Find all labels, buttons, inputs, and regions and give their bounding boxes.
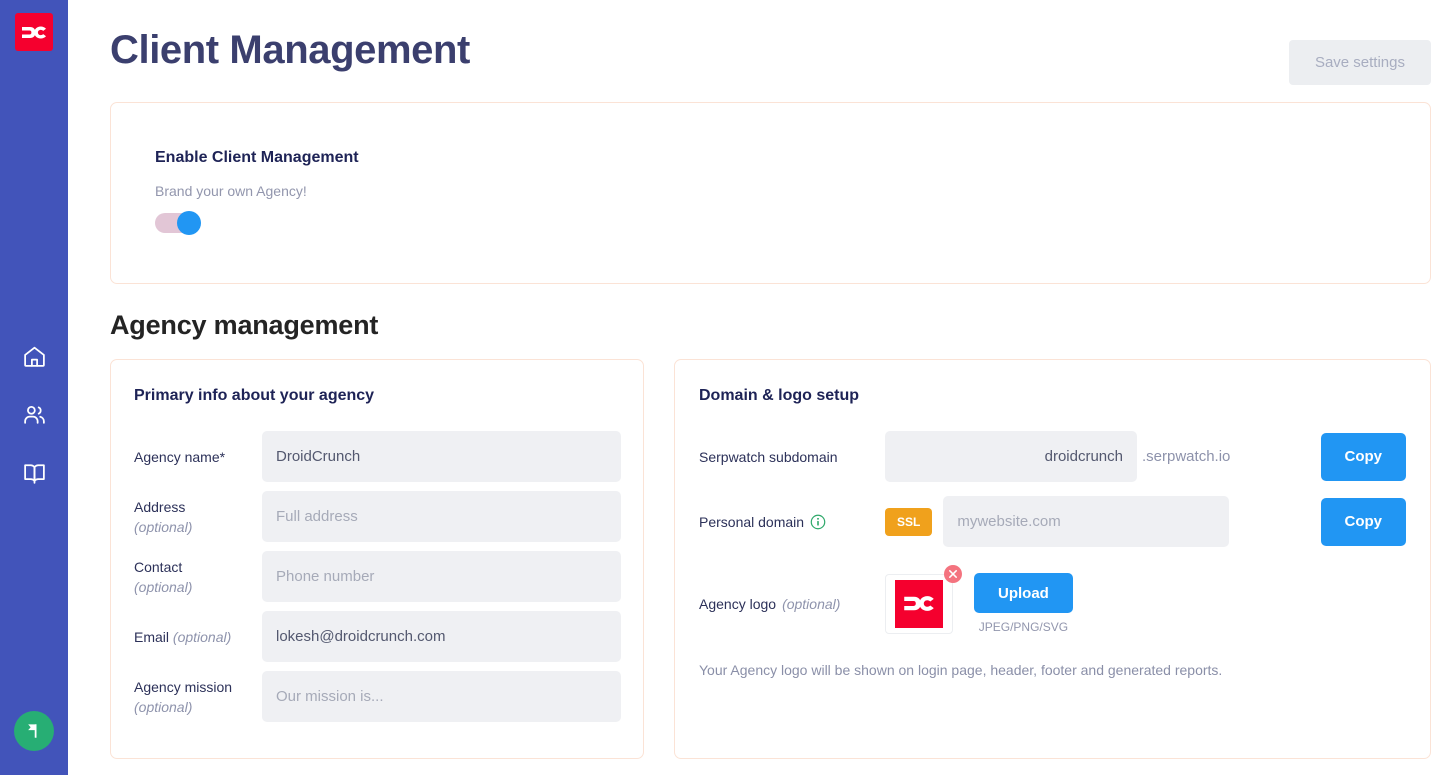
enable-client-management-toggle[interactable] (155, 213, 199, 233)
enable-card-title: Enable Client Management (155, 149, 1430, 167)
label-contact: Contact (optional) (134, 557, 262, 597)
section-title-agency-management: Agency management (110, 310, 1431, 341)
label-text: Personal domain (699, 514, 804, 530)
label-text: Agency mission (134, 679, 232, 695)
agency-mission-input[interactable] (262, 671, 621, 722)
label-address: Address (optional) (134, 497, 262, 537)
field-row-email: Email (optional) (134, 611, 621, 662)
label-text: Address (134, 499, 185, 515)
email-input[interactable] (262, 611, 621, 662)
ssl-badge: SSL (885, 508, 932, 536)
home-icon (22, 344, 47, 369)
contact-input[interactable] (262, 551, 621, 602)
sidebar-item-home[interactable] (14, 343, 54, 369)
label-email: Email (optional) (134, 627, 262, 647)
subdomain-suffix: .serpwatch.io (1142, 448, 1230, 465)
label-agency-name: Agency name* (134, 447, 262, 467)
enable-client-management-card: Enable Client Management Brand your own … (110, 102, 1431, 284)
info-circle-icon[interactable] (810, 514, 826, 530)
row-agency-logo: Agency logo (optional) (699, 573, 1406, 634)
page-title: Client Management (110, 28, 470, 72)
toggle-knob (177, 211, 201, 235)
label-serpwatch-subdomain: Serpwatch subdomain (699, 449, 885, 465)
domain-setup-title: Domain & logo setup (699, 387, 1406, 405)
main-content: Client Management Save settings Enable C… (68, 0, 1455, 775)
agency-name-input[interactable] (262, 431, 621, 482)
domain-logo-card: Domain & logo setup Serpwatch subdomain … (674, 359, 1431, 759)
droidcrunch-logo-icon (903, 593, 935, 614)
sidebar-item-clients[interactable] (14, 401, 54, 427)
droidcrunch-logo-icon (21, 24, 47, 41)
upload-block: Upload JPEG/PNG/SVG (974, 573, 1073, 634)
logo-mark (895, 580, 943, 628)
label-agency-logo: Agency logo (optional) (699, 596, 885, 612)
agency-cards-row: Primary info about your agency Agency na… (110, 359, 1431, 759)
save-settings-button[interactable]: Save settings (1289, 40, 1431, 85)
primary-info-title: Primary info about your agency (134, 387, 621, 405)
field-row-address: Address (optional) (134, 491, 621, 542)
copy-subdomain-button[interactable]: Copy (1321, 433, 1407, 481)
agency-logo-preview (885, 574, 953, 634)
announcements-button[interactable] (14, 711, 54, 751)
remove-logo-button[interactable] (944, 565, 962, 583)
label-personal-domain: Personal domain (699, 514, 885, 530)
logo-formats-hint: JPEG/PNG/SVG (979, 620, 1068, 634)
label-optional: (optional) (134, 519, 192, 535)
logo-thumbnail (885, 574, 953, 634)
row-personal-domain: Personal domain SSL Copy (699, 496, 1406, 547)
personal-domain-input[interactable] (943, 496, 1229, 547)
close-icon (949, 570, 957, 578)
label-optional: (optional) (173, 629, 231, 645)
label-optional: (optional) (134, 699, 192, 715)
primary-info-card: Primary info about your agency Agency na… (110, 359, 644, 759)
sidebar-nav (14, 343, 54, 485)
field-row-agency-mission: Agency mission (optional) (134, 671, 621, 722)
field-row-contact: Contact (optional) (134, 551, 621, 602)
subdomain-input[interactable] (885, 431, 1137, 482)
label-optional: (optional) (134, 579, 192, 595)
row-serpwatch-subdomain: Serpwatch subdomain .serpwatch.io Copy (699, 431, 1406, 482)
label-agency-mission: Agency mission (optional) (134, 677, 262, 717)
brand-logo[interactable] (15, 13, 53, 51)
users-icon (22, 402, 47, 427)
field-row-agency-name: Agency name* (134, 431, 621, 482)
enable-card-subtitle: Brand your own Agency! (155, 183, 1430, 199)
agency-logo-note: Your Agency logo will be shown on login … (699, 662, 1406, 678)
upload-logo-button[interactable]: Upload (974, 573, 1073, 613)
label-text: Email (134, 629, 169, 645)
copy-personal-domain-button[interactable]: Copy (1321, 498, 1407, 546)
sidebar-item-knowledge-base[interactable] (14, 459, 54, 485)
label-text: Contact (134, 559, 182, 575)
label-optional: (optional) (782, 596, 840, 612)
book-icon (22, 460, 47, 485)
app-root: Client Management Save settings Enable C… (0, 0, 1455, 775)
sidebar (0, 0, 68, 775)
page-header: Client Management Save settings (110, 0, 1431, 85)
label-text: Agency logo (699, 596, 776, 612)
label-text: Agency name* (134, 449, 225, 465)
flag-icon (24, 721, 44, 741)
address-input[interactable] (262, 491, 621, 542)
